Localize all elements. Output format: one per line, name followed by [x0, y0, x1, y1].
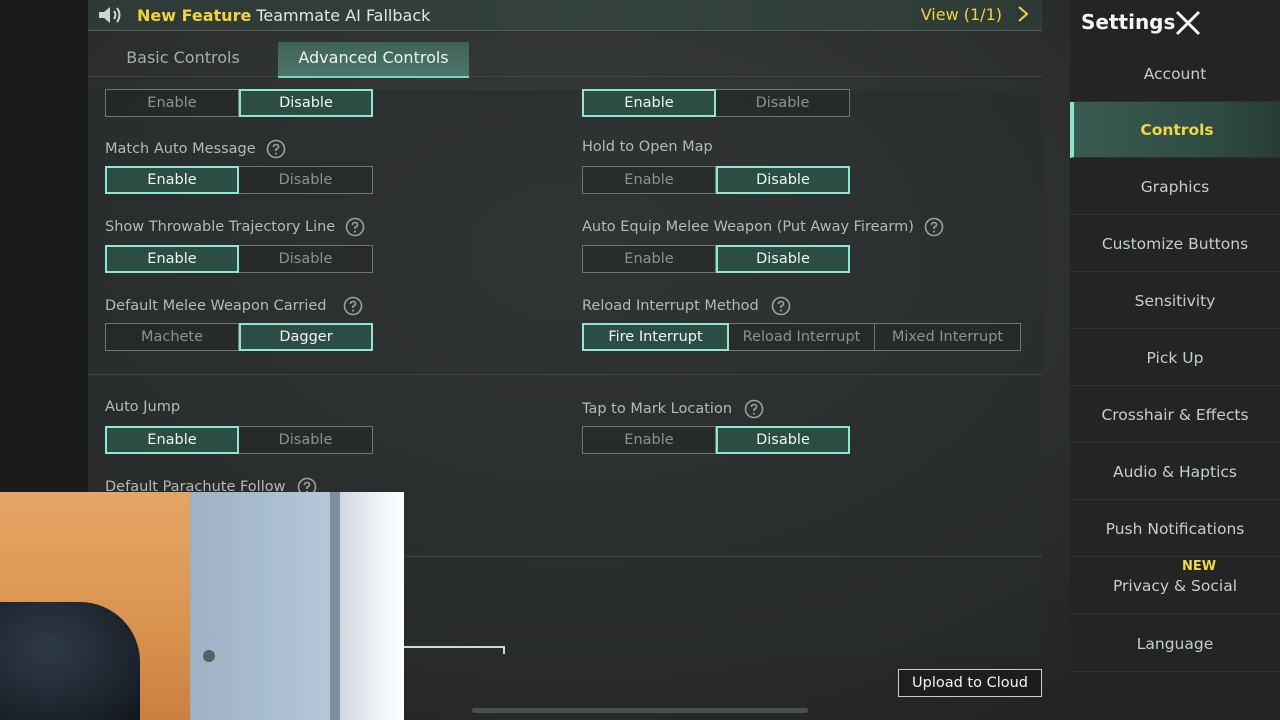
disable-option[interactable]: Disable [239, 89, 373, 117]
disable-option[interactable]: Disable [716, 426, 850, 454]
tap-to-mark-location-label: Tap to Mark Location [582, 401, 733, 417]
speaker-icon [99, 7, 121, 23]
top-right-toggle: Enable Disable [582, 89, 850, 117]
reload-interrupt-option[interactable]: Reload Interrupt [729, 323, 875, 351]
machete-option[interactable]: Machete [105, 323, 239, 351]
banner-new-label: New Feature [137, 5, 252, 25]
enable-option[interactable]: Enable [105, 166, 239, 194]
upload-to-cloud-button[interactable]: Upload to Cloud [898, 669, 1042, 697]
enable-option[interactable]: Enable [582, 166, 716, 194]
default-melee-weapon-selector: Machete Dagger [105, 323, 373, 351]
new-badge: NEW [1182, 559, 1217, 574]
webcam-door-knob [203, 650, 215, 662]
sidebar-item-crosshair-effects[interactable]: Crosshair & Effects [1070, 387, 1280, 443]
reload-interrupt-method-selector: Fire Interrupt Reload Interrupt Mixed In… [582, 323, 1021, 351]
auto-jump-toggle: Enable Disable [105, 426, 373, 454]
setting-label: Tap to Mark Location [582, 399, 764, 419]
setting-label: Match Auto Message [105, 139, 286, 159]
webcam-door [190, 492, 340, 720]
disable-option[interactable]: Disable [239, 426, 373, 454]
webcam-overlay [0, 492, 404, 720]
disable-option[interactable]: Disable [716, 89, 850, 117]
chevron-right-icon[interactable] [1016, 4, 1030, 24]
show-throwable-trajectory-label: Show Throwable Trajectory Line [105, 219, 336, 235]
sidebar-item-push-notifications[interactable]: Push Notifications [1070, 501, 1280, 557]
auto-jump-label: Auto Jump [105, 399, 181, 415]
setting-label: Auto Jump [105, 399, 180, 415]
dagger-option[interactable]: Dagger [239, 323, 373, 351]
sidebar-item-graphics[interactable]: Graphics [1070, 159, 1280, 215]
webcam-window [340, 492, 404, 720]
help-icon[interactable] [266, 139, 286, 159]
enable-option[interactable]: Enable [582, 89, 716, 117]
enable-option[interactable]: Enable [105, 245, 239, 273]
help-icon[interactable] [744, 399, 764, 419]
tab-basic-controls[interactable]: Basic Controls [88, 42, 278, 76]
screen: New Feature Teammate AI Fallback View (1… [0, 0, 1280, 720]
setting-label: Hold to Open Map [582, 139, 713, 155]
help-icon[interactable] [771, 296, 791, 316]
settings-title: Settings [1081, 10, 1176, 34]
feature-banner[interactable]: New Feature Teammate AI Fallback View (1… [88, 0, 1042, 31]
setting-label: Reload Interrupt Method [582, 296, 791, 316]
close-icon[interactable] [1174, 10, 1202, 36]
auto-equip-melee-toggle: Enable Disable [582, 245, 850, 273]
setting-label: Show Throwable Trajectory Line [105, 217, 365, 237]
enable-option[interactable]: Enable [582, 245, 716, 273]
enable-option[interactable]: Enable [105, 426, 239, 454]
sidebar-item-customize-buttons[interactable]: Customize Buttons [1070, 216, 1280, 272]
home-indicator [472, 708, 808, 713]
fire-interrupt-option[interactable]: Fire Interrupt [582, 323, 729, 351]
disable-option[interactable]: Disable [239, 166, 373, 194]
sidebar-item-account[interactable]: Account [1070, 46, 1280, 102]
sidebar-item-language[interactable]: Language [1070, 616, 1280, 672]
setting-label: Default Melee Weapon Carried [105, 296, 363, 316]
top-left-toggle: Enable Disable [105, 89, 373, 117]
help-icon[interactable] [924, 217, 944, 237]
section-divider [88, 374, 1042, 375]
webcam-door-frame [330, 492, 340, 720]
banner-text: Teammate AI Fallback [256, 5, 431, 25]
sidebar-item-sensitivity[interactable]: Sensitivity [1070, 273, 1280, 329]
hold-to-open-map-label: Hold to Open Map [582, 139, 713, 155]
default-melee-weapon-label: Default Melee Weapon Carried [105, 298, 327, 314]
help-icon[interactable] [345, 217, 365, 237]
disable-option[interactable]: Disable [239, 245, 373, 273]
sidebar-item-audio-haptics[interactable]: Audio & Haptics [1070, 444, 1280, 500]
match-auto-message-toggle: Enable Disable [105, 166, 373, 194]
setting-label: Auto Equip Melee Weapon (Put Away Firear… [582, 217, 944, 237]
help-icon[interactable] [343, 296, 363, 316]
hidden-button-edge [404, 646, 505, 654]
controls-tabs: Basic Controls Advanced Controls [88, 42, 1042, 78]
tap-to-mark-location-toggle: Enable Disable [582, 426, 850, 454]
reload-interrupt-method-label: Reload Interrupt Method [582, 298, 759, 314]
banner-view-link[interactable]: View (1/1) [921, 5, 1002, 24]
sidebar-item-pick-up[interactable]: Pick Up [1070, 330, 1280, 386]
enable-option[interactable]: Enable [105, 89, 239, 117]
disable-option[interactable]: Disable [716, 245, 850, 273]
match-auto-message-label: Match Auto Message [105, 141, 256, 157]
webcam-chair [0, 602, 140, 720]
sidebar-item-privacy-social[interactable]: Privacy & Social [1070, 558, 1280, 614]
show-throwable-trajectory-toggle: Enable Disable [105, 245, 373, 273]
hold-to-open-map-toggle: Enable Disable [582, 166, 850, 194]
enable-option[interactable]: Enable [582, 426, 716, 454]
auto-equip-melee-label: Auto Equip Melee Weapon (Put Away Firear… [582, 219, 914, 235]
sidebar-item-controls[interactable]: Controls [1070, 102, 1280, 158]
tab-advanced-controls[interactable]: Advanced Controls [278, 42, 469, 78]
mixed-interrupt-option[interactable]: Mixed Interrupt [875, 323, 1021, 351]
disable-option[interactable]: Disable [716, 166, 850, 194]
